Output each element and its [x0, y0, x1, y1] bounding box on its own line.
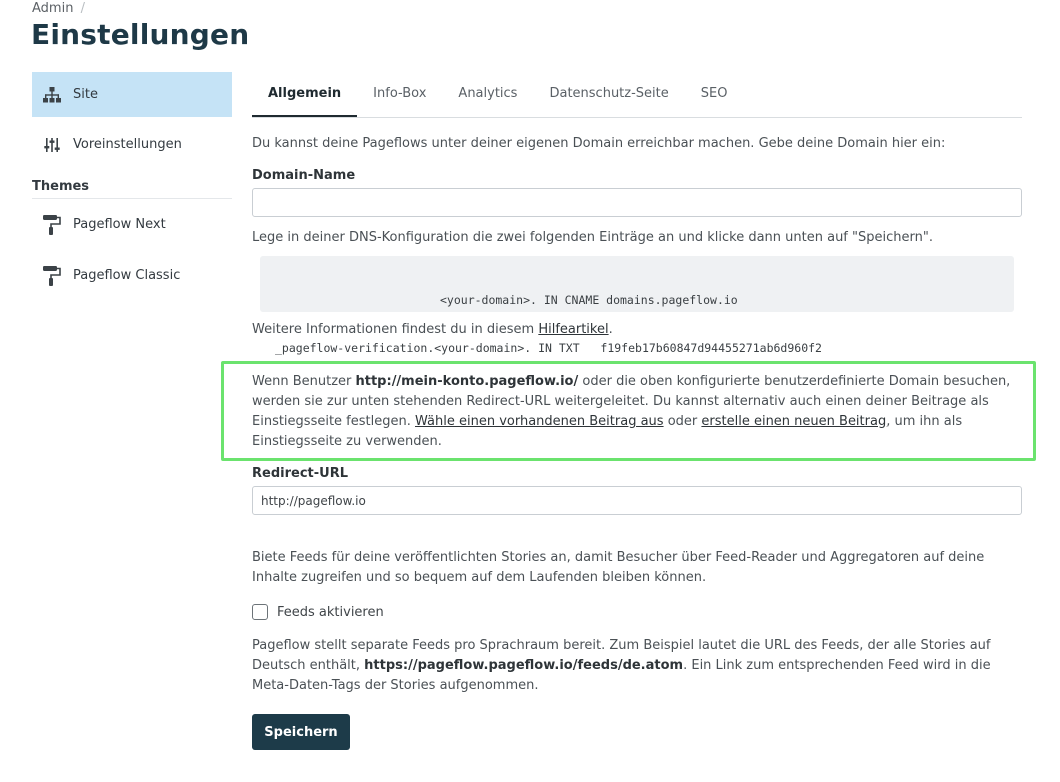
- redirect-text-1: Wenn Benutzer: [252, 374, 356, 389]
- redirect-description: Wenn Benutzer http://mein-konto.pageflow…: [252, 372, 1022, 452]
- feeds-checkbox-row[interactable]: Feeds aktivieren: [252, 604, 384, 620]
- sidebar: Site Voreinstellungen Themes Pageflow Ne…: [32, 72, 232, 301]
- tab-analytics[interactable]: Analytics: [442, 72, 533, 117]
- sliders-icon: [42, 135, 62, 155]
- domain-intro: Du kannst deine Pageflows unter deiner e…: [252, 136, 946, 151]
- paint-roller-icon: [42, 214, 62, 235]
- tab-datenschutz-seite[interactable]: Datenschutz-Seite: [533, 72, 684, 117]
- sidebar-item-pageflow-next[interactable]: Pageflow Next: [32, 199, 232, 250]
- sidebar-item-site[interactable]: Site: [32, 72, 232, 117]
- help-text: Weitere Informationen findest du in dies…: [252, 320, 613, 340]
- save-button[interactable]: Speichern: [252, 714, 350, 750]
- redirect-url-label: Redirect-URL: [252, 466, 348, 481]
- breadcrumb-admin-link[interactable]: Admin: [32, 1, 73, 16]
- domain-name-field[interactable]: [252, 188, 1022, 217]
- tab-allgemein[interactable]: Allgemein: [252, 72, 358, 117]
- sidebar-item-label: Voreinstellungen: [73, 137, 182, 152]
- tab-info-box[interactable]: Info-Box: [357, 72, 442, 117]
- paint-roller-icon: [42, 265, 62, 286]
- feeds-example-url: https://pageflow.pageflow.io/feeds/de.at…: [364, 658, 684, 673]
- breadcrumb: Admin /: [32, 1, 85, 16]
- feeds-intro: Biete Feeds für deine veröffentlichten S…: [252, 550, 985, 585]
- dns-records-code: <your-domain>. IN CNAME domains.pageflow…: [260, 256, 1014, 355]
- dns-record-cname: <your-domain>. IN CNAME domains.pageflow…: [440, 293, 738, 307]
- sidebar-item-pageflow-classic[interactable]: Pageflow Classic: [32, 250, 232, 301]
- themes-heading: Themes: [32, 179, 232, 199]
- sidebar-item-voreinstellungen[interactable]: Voreinstellungen: [32, 122, 232, 167]
- settings-tabs: Allgemein Info-Box Analytics Datenschutz…: [252, 72, 1022, 118]
- feeds-checkbox-label[interactable]: Feeds aktivieren: [277, 605, 384, 620]
- breadcrumb-separator: /: [80, 1, 85, 16]
- dns-record-txt: _pageflow-verification.<your-domain>. IN…: [275, 341, 822, 355]
- sidebar-item-label: Pageflow Classic: [73, 268, 181, 283]
- feeds-note: Pageflow stellt separate Feeds pro Sprac…: [252, 636, 1022, 696]
- domain-name-label: Domain-Name: [252, 168, 356, 183]
- sidebar-item-label: Site: [73, 87, 98, 102]
- create-new-entry-link[interactable]: erstelle einen neuen Beitrag: [701, 414, 886, 429]
- help-article-link[interactable]: Hilfeartikel: [538, 322, 608, 337]
- choose-existing-entry-link[interactable]: Wähle einen vorhandenen Beitrag aus: [415, 414, 664, 429]
- help-suffix: .: [608, 322, 613, 337]
- sitemap-icon: [42, 85, 62, 105]
- page-title: Einstellungen: [31, 18, 250, 51]
- dns-instruction: Lege in deiner DNS-Konfiguration die zwe…: [252, 230, 933, 245]
- feeds-checkbox[interactable]: [252, 604, 268, 620]
- sidebar-item-label: Pageflow Next: [73, 217, 166, 232]
- tab-seo[interactable]: SEO: [685, 72, 744, 117]
- redirect-account-url: http://mein-konto.pageflow.io/: [355, 374, 579, 389]
- help-prefix: Weitere Informationen findest du in dies…: [252, 322, 539, 337]
- redirect-text-3: oder: [663, 414, 702, 429]
- redirect-url-field[interactable]: [252, 486, 1022, 515]
